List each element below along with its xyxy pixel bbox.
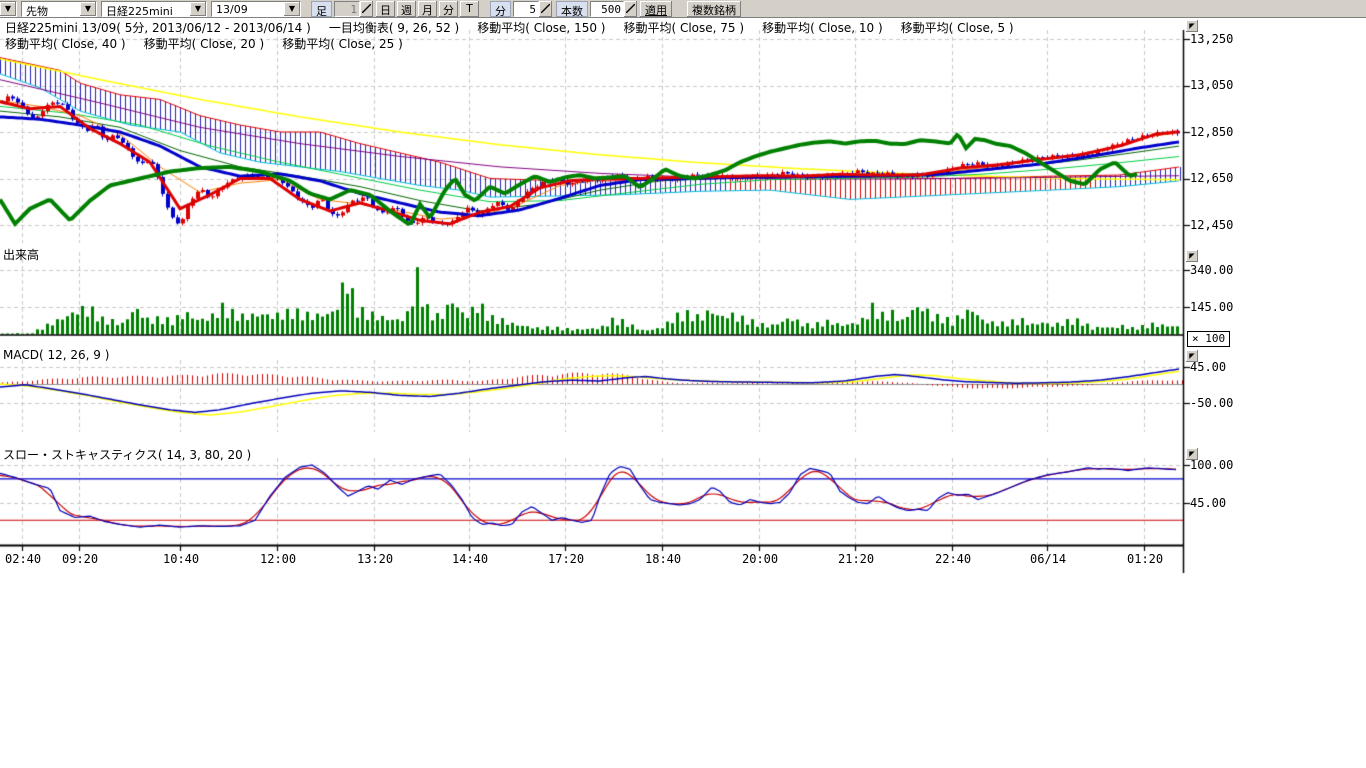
x-tick: 02:40 — [5, 552, 41, 566]
legend-ma25: 移動平均( Close, 25 ) — [282, 35, 403, 52]
volume-pane-resize-button[interactable]: ◤ — [1186, 250, 1198, 262]
legend-ma150: 移動平均( Close, 150 ) — [477, 19, 605, 36]
price-tick-13250: 13,250 — [1190, 32, 1233, 46]
price-tick-12650: 12,650 — [1190, 171, 1233, 185]
x-tick: 10:40 — [163, 552, 199, 566]
chart-title: 日経225mini 13/09( 5分, 2013/06/12 - 2013/0… — [5, 19, 311, 36]
x-tick: 12:00 — [260, 552, 296, 566]
price-tick-12850: 12,850 — [1190, 125, 1233, 139]
legend-ma20: 移動平均( Close, 20 ) — [144, 35, 265, 52]
x-tick: 01:20 — [1127, 552, 1163, 566]
macd-pane-resize-button[interactable]: ◤ — [1186, 350, 1198, 362]
price-tick-12450: 12,450 — [1190, 218, 1233, 232]
legend-ma40: 移動平均( Close, 40 ) — [5, 35, 126, 52]
legend-ichimoku: 一目均衡表( 9, 26, 52 ) — [329, 19, 459, 36]
legend-ma5: 移動平均( Close, 5 ) — [901, 19, 1014, 36]
x-tick: 14:40 — [452, 552, 488, 566]
x-tick: 17:20 — [548, 552, 584, 566]
price-pane-resize-button[interactable]: ◤ — [1186, 20, 1198, 32]
price-tick-13050: 13,050 — [1190, 78, 1233, 92]
resize-corner-icon: ◤ — [1189, 450, 1194, 458]
x-tick: 09:20 — [62, 552, 98, 566]
x-tick: 06/14 — [1030, 552, 1066, 566]
x-tick: 20:00 — [742, 552, 778, 566]
x-tick: 13:20 — [357, 552, 393, 566]
legend-ma10: 移動平均( Close, 10 ) — [762, 19, 883, 36]
legend-ma75: 移動平均( Close, 75 ) — [623, 19, 744, 36]
legend-row-2: 移動平均( Close, 40 ) 移動平均( Close, 20 ) 移動平均… — [5, 35, 403, 52]
stoch-tick-45: 45.00 — [1190, 496, 1226, 510]
x-tick: 18:40 — [645, 552, 681, 566]
chart-canvas[interactable] — [0, 0, 1366, 768]
resize-corner-icon: ◤ — [1189, 22, 1194, 30]
legend-row-1: 日経225mini 13/09( 5分, 2013/06/12 - 2013/0… — [5, 19, 1014, 36]
volume-unit-box: × 100 — [1187, 331, 1230, 347]
resize-corner-icon: ◤ — [1189, 352, 1194, 360]
volume-tick-145: 145.00 — [1190, 300, 1233, 314]
macd-pane-title: MACD( 12, 26, 9 ) — [3, 348, 109, 362]
stoch-pane-title: スロー・ストキャスティクス( 14, 3, 80, 20 ) — [3, 446, 251, 463]
macd-tick-45: 45.00 — [1190, 360, 1226, 374]
x-tick: 21:20 — [838, 552, 874, 566]
volume-pane-title: 出来高 — [3, 246, 39, 263]
x-tick: 22:40 — [935, 552, 971, 566]
resize-corner-icon: ◤ — [1189, 252, 1194, 260]
macd-tick-neg50: -50.00 — [1190, 396, 1233, 410]
stoch-pane-resize-button[interactable]: ◤ — [1186, 448, 1198, 460]
volume-tick-340: 340.00 — [1190, 263, 1233, 277]
stoch-tick-100: 100.00 — [1190, 458, 1233, 472]
